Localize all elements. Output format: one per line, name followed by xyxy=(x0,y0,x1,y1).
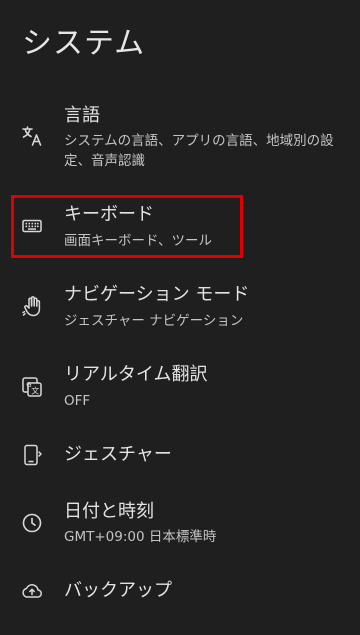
page-title: システム xyxy=(22,26,146,61)
settings-item-live-translate[interactable]: G 文 リアルタイム翻訳 OFF xyxy=(0,360,360,420)
svg-text:文: 文 xyxy=(31,386,39,396)
clock-icon xyxy=(20,511,44,535)
gestures-title: ジェスチャー xyxy=(64,444,172,465)
settings-item-language[interactable]: 言語 システムの言語、アプリの言語、地域別の設定、音声認識 xyxy=(0,100,360,180)
navigation-mode-subtitle: ジェスチャー ナビゲーション xyxy=(64,313,244,329)
settings-item-gestures[interactable]: ジェスチャー xyxy=(0,440,360,488)
backup-title: バックアップ xyxy=(64,580,172,601)
gesture-hand-icon xyxy=(20,295,44,319)
highlight-box xyxy=(11,195,243,258)
navigation-mode-title: ナビゲーション モード xyxy=(64,284,250,305)
live-translate-subtitle: OFF xyxy=(64,393,91,409)
live-translate-title: リアルタイム翻訳 xyxy=(64,364,208,385)
cloud-backup-icon xyxy=(20,579,44,603)
language-title: 言語 xyxy=(64,105,100,126)
translate-icon xyxy=(20,124,44,148)
date-time-subtitle: GMT+09:00 日本標準時 xyxy=(64,529,217,545)
date-time-title: 日付と時刻 xyxy=(64,501,154,522)
settings-item-navigation-mode[interactable]: ナビゲーション モード ジェスチャー ナビゲーション xyxy=(0,280,360,340)
settings-item-backup[interactable]: バックアップ xyxy=(0,578,360,626)
live-translate-icon: G 文 xyxy=(20,375,44,399)
settings-item-date-time[interactable]: 日付と時刻 GMT+09:00 日本標準時 xyxy=(0,500,360,560)
language-subtitle: システムの言語、アプリの言語、地域別の設定、音声認識 xyxy=(64,133,334,169)
phone-gesture-icon xyxy=(20,443,44,467)
